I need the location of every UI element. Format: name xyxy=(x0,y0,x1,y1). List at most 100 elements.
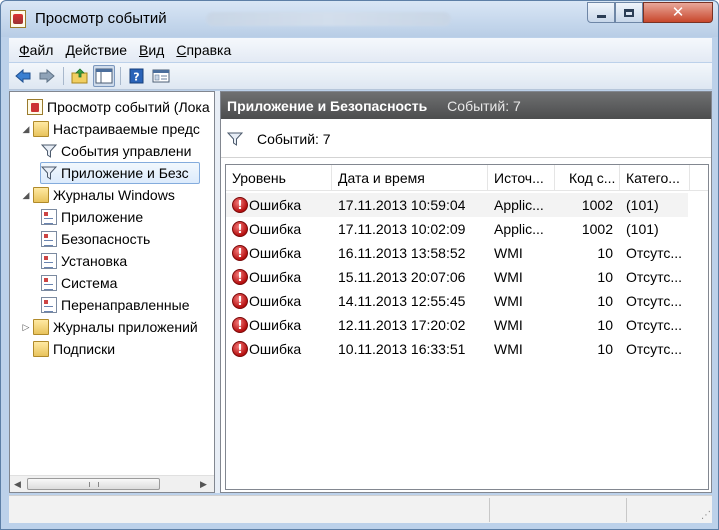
properties-button[interactable] xyxy=(150,65,172,87)
forward-button[interactable] xyxy=(36,65,58,87)
column-header-category[interactable]: Катего... xyxy=(620,165,690,191)
datetime-cell: 10.11.2013 16:33:51 xyxy=(338,341,466,357)
source-cell: WMI xyxy=(494,245,523,261)
folder-icon xyxy=(33,187,49,203)
tree-item-app-and-security[interactable]: Приложение и Безс xyxy=(40,162,200,184)
menu-bar: Файл Действие Вид Справка xyxy=(9,38,712,62)
scroll-right-icon[interactable]: ▶ xyxy=(200,479,207,490)
source-cell: WMI xyxy=(494,341,523,357)
title-bar[interactable]: Просмотр событий ✕ xyxy=(1,1,718,37)
show-hide-tree-button[interactable] xyxy=(93,65,115,87)
scrollbar-thumb[interactable] xyxy=(27,478,160,490)
tree-horizontal-scrollbar[interactable]: ◀ ▶ xyxy=(10,475,214,492)
tree-item-security-log[interactable]: Безопасность xyxy=(40,228,161,250)
navigation-tree[interactable]: Просмотр событий (Лока ◢ Настраиваемые п… xyxy=(9,91,215,493)
datetime-cell: 17.11.2013 10:02:09 xyxy=(338,221,466,237)
datetime-cell: 14.11.2013 12:55:45 xyxy=(338,293,466,309)
menu-action[interactable]: Действие xyxy=(59,42,133,58)
help-button[interactable]: ? xyxy=(126,65,148,87)
scroll-left-icon[interactable]: ◀ xyxy=(14,479,21,490)
source-cell: Applic... xyxy=(494,221,544,237)
category-cell: Отсутс... xyxy=(626,269,683,285)
window-title: Просмотр событий xyxy=(35,10,167,27)
event-viewer-icon xyxy=(27,99,43,115)
back-button[interactable] xyxy=(12,65,34,87)
tree-item-label: События управлени xyxy=(61,143,192,159)
category-cell: Отсутс... xyxy=(626,293,683,309)
tree-item-custom-views[interactable]: ◢ Настраиваемые предс xyxy=(20,118,211,140)
toolbar-separator xyxy=(63,67,64,85)
event-id-cell: 10 xyxy=(597,317,613,333)
table-row[interactable]: ! Ошибка 10.11.2013 16:33:51 WMI 10 Отсутс... xyxy=(226,337,688,361)
tree-item-event-viewer-root[interactable]: Просмотр событий (Лока xyxy=(14,96,214,118)
main-area: Просмотр событий (Лока ◢ Настраиваемые п… xyxy=(9,91,712,493)
tree-item-windows-logs[interactable]: ◢ Журналы Windows xyxy=(20,184,186,206)
column-header-level[interactable]: Уровень xyxy=(226,165,332,191)
tree-item-system-log[interactable]: Система xyxy=(40,272,128,294)
error-icon: ! xyxy=(232,341,248,357)
tree-item-admin-events[interactable]: События управлени xyxy=(40,140,202,162)
folder-icon xyxy=(33,319,49,335)
source-cell: Applic... xyxy=(494,197,544,213)
maximize-button[interactable] xyxy=(615,2,643,23)
tree-item-label: Журналы Windows xyxy=(53,187,175,203)
log-icon xyxy=(41,209,57,225)
table-row[interactable]: ! Ошибка 12.11.2013 17:20:02 WMI 10 Отсутс... xyxy=(226,313,688,337)
tree-item-application-log[interactable]: Приложение xyxy=(40,206,154,228)
collapse-arrow-icon[interactable]: ◢ xyxy=(20,124,32,135)
column-header-source[interactable]: Источ... xyxy=(488,165,555,191)
up-folder-button[interactable] xyxy=(69,65,91,87)
table-row[interactable]: ! Ошибка 17.11.2013 10:59:04 Applic... 1002 (… xyxy=(226,193,688,217)
level-cell: ! Ошибка xyxy=(232,241,332,265)
status-divider xyxy=(489,498,490,522)
tree-item-forwarded-log[interactable]: Перенаправленные xyxy=(40,294,200,316)
tree-item-app-logs[interactable]: ▷ Журналы приложений xyxy=(20,316,209,338)
tree-item-label: Подписки xyxy=(53,341,116,357)
minimize-button[interactable] xyxy=(587,2,615,23)
table-row[interactable]: ! Ошибка 15.11.2013 20:07:06 WMI 10 Отсутс... xyxy=(226,265,688,289)
level-text: Ошибка xyxy=(249,269,302,285)
error-icon: ! xyxy=(232,245,248,261)
level-text: Ошибка xyxy=(249,317,302,333)
tree-item-label: Просмотр событий (Лока xyxy=(47,99,210,115)
source-cell: WMI xyxy=(494,317,523,333)
tree-item-label: Безопасность xyxy=(61,231,151,247)
table-row[interactable]: ! Ошибка 16.11.2013 13:58:52 WMI 10 Отсутс... xyxy=(226,241,688,265)
help-icon: ? xyxy=(129,68,144,84)
events-table: Уровень Дата и время Источ... Код с... К… xyxy=(225,164,709,490)
resize-grip-icon[interactable]: ⋰ xyxy=(701,510,711,521)
toolbar-separator xyxy=(120,67,121,85)
tree-item-label: Перенаправленные xyxy=(61,297,190,313)
filter-icon xyxy=(41,144,57,158)
menu-file[interactable]: Файл xyxy=(13,42,59,58)
error-icon: ! xyxy=(232,197,248,213)
log-icon xyxy=(41,253,57,269)
menu-view[interactable]: Вид xyxy=(133,42,170,58)
events-pane: Приложение и Безопасность Событий: 7 Соб… xyxy=(220,91,712,493)
column-header-datetime[interactable]: Дата и время xyxy=(332,165,488,191)
tree-item-label: Настраиваемые предс xyxy=(53,121,200,137)
event-viewer-window: Просмотр событий ✕ Файл Действие Вид Спр… xyxy=(0,0,719,530)
table-row[interactable]: ! Ошибка 14.11.2013 12:55:45 WMI 10 Отсутс... xyxy=(226,289,688,313)
expand-arrow-icon[interactable]: ▷ xyxy=(20,322,32,333)
tree-item-label: Приложение xyxy=(61,209,144,225)
close-button[interactable]: ✕ xyxy=(643,2,713,23)
event-id-cell: 10 xyxy=(597,269,613,285)
event-id-cell: 1002 xyxy=(581,221,613,237)
tree-item-subscriptions[interactable]: Подписки xyxy=(20,338,126,360)
svg-text:?: ? xyxy=(133,71,139,84)
level-text: Ошибка xyxy=(249,197,302,213)
level-cell: ! Ошибка xyxy=(232,193,332,217)
source-cell: WMI xyxy=(494,269,523,285)
tree-item-setup-log[interactable]: Установка xyxy=(40,250,138,272)
table-row[interactable]: ! Ошибка 17.11.2013 10:02:09 Applic... 1002 (… xyxy=(226,217,688,241)
column-header-event-id[interactable]: Код с... xyxy=(555,165,620,191)
filter-events-count: Событий: 7 xyxy=(257,130,331,147)
minimize-icon xyxy=(596,14,606,18)
menu-help[interactable]: Справка xyxy=(170,42,237,58)
grip-icon xyxy=(89,482,99,487)
log-icon xyxy=(41,231,57,247)
datetime-cell: 17.11.2013 10:59:04 xyxy=(338,197,466,213)
maximize-icon xyxy=(624,8,634,17)
collapse-arrow-icon[interactable]: ◢ xyxy=(20,190,32,201)
